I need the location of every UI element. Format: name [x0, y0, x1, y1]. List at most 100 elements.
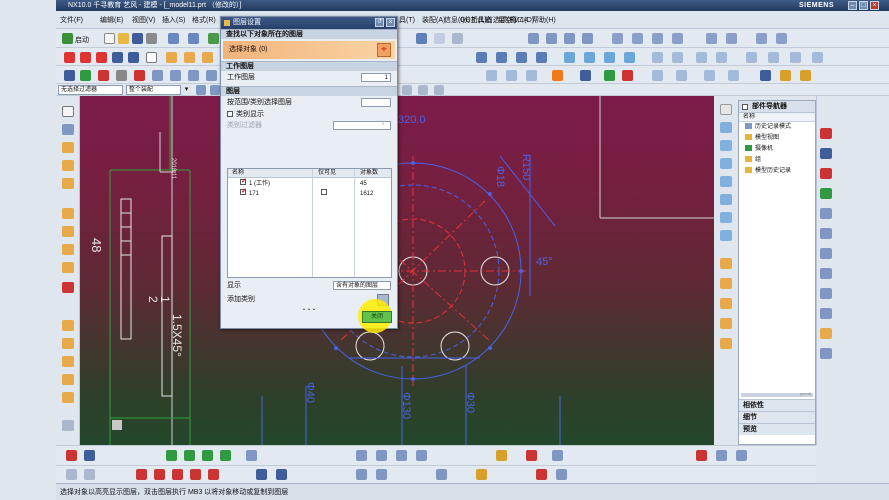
point-icon[interactable]: [112, 52, 123, 63]
roles-icon[interactable]: [820, 308, 832, 319]
extrude-icon[interactable]: [166, 52, 177, 63]
arc-icon[interactable]: [80, 52, 91, 63]
navigator-column-header[interactable]: 名称: [739, 113, 815, 122]
navigator-item-model-history[interactable]: 模型历史记录: [739, 166, 815, 177]
column-object-count[interactable]: 对象数: [360, 169, 378, 178]
chevron-down-icon[interactable]: ▾: [180, 85, 192, 95]
category-display-row[interactable]: 类别显示: [221, 109, 397, 120]
delete-face-icon[interactable]: [720, 318, 732, 329]
thicken-icon[interactable]: [768, 52, 779, 63]
nav-first-icon[interactable]: [166, 450, 177, 461]
nav-last-icon[interactable]: [220, 450, 231, 461]
constraint-navigator-icon[interactable]: [820, 148, 832, 159]
dimension-tool-icon[interactable]: [256, 469, 267, 480]
palette-icon[interactable]: [820, 328, 832, 339]
close-icon[interactable]: ×: [386, 18, 395, 27]
angle-icon[interactable]: [416, 450, 427, 461]
endpoint-snap-icon[interactable]: [402, 85, 412, 95]
eye-icon[interactable]: [716, 450, 727, 461]
align-icon[interactable]: [376, 450, 387, 461]
report-icon[interactable]: [676, 70, 687, 81]
visible-only-checkbox[interactable]: [321, 189, 327, 195]
gear-icon[interactable]: [728, 70, 739, 81]
menu-insert[interactable]: 插入(S): [162, 15, 185, 25]
system-materials-icon[interactable]: [820, 268, 832, 279]
assembly-navigator-icon[interactable]: [820, 128, 832, 139]
mirror-icon[interactable]: [672, 52, 683, 63]
unite-icon[interactable]: [496, 52, 507, 63]
replay-icon[interactable]: [506, 70, 517, 81]
display-icon[interactable]: [652, 33, 663, 44]
category-filter-dropdown[interactable]: *: [333, 121, 391, 130]
fit-view-icon[interactable]: [546, 33, 557, 44]
slot-icon[interactable]: [62, 392, 74, 403]
block-icon[interactable]: [62, 208, 74, 219]
more-tools-icon[interactable]: [62, 420, 74, 431]
select-objects-row[interactable]: 选择对象 (0) ⌖: [223, 41, 395, 59]
pin-icon[interactable]: [62, 282, 74, 293]
menu-edit[interactable]: 编辑(E): [100, 15, 123, 25]
nav-prev-icon[interactable]: [184, 450, 195, 461]
hole-icon[interactable]: [202, 52, 213, 63]
export-icon[interactable]: [80, 70, 91, 81]
center-snap-icon[interactable]: [434, 85, 444, 95]
nav-next-icon[interactable]: [202, 450, 213, 461]
tube-icon[interactable]: [62, 262, 74, 273]
boolean-icon[interactable]: [476, 52, 487, 63]
navigator-item-model-views[interactable]: 模型视图: [739, 133, 815, 144]
boss-icon[interactable]: [62, 320, 74, 331]
view-cube-icon[interactable]: [416, 33, 427, 44]
orient-view-icon[interactable]: [528, 33, 539, 44]
edit-feature-icon[interactable]: [486, 70, 497, 81]
spring-icon[interactable]: [800, 70, 811, 81]
part-navigator-icon[interactable]: [820, 168, 832, 179]
ruled-icon[interactable]: [720, 158, 732, 169]
bridge-icon[interactable]: [720, 212, 732, 223]
cut-view-icon[interactable]: [356, 450, 367, 461]
trim-icon[interactable]: [720, 258, 732, 269]
filter-icon[interactable]: [196, 85, 206, 95]
circle-icon[interactable]: [96, 52, 107, 63]
cut-icon[interactable]: [146, 33, 157, 44]
measure-icon[interactable]: [98, 70, 109, 81]
snap-grid-icon[interactable]: [246, 450, 257, 461]
navigator-section-dependencies[interactable]: 相依性: [739, 399, 815, 411]
restore-button[interactable]: □: [859, 1, 868, 10]
grid-icon[interactable]: [116, 70, 127, 81]
layer-visible-checkbox[interactable]: [240, 177, 247, 187]
subtract-icon[interactable]: [516, 52, 527, 63]
project-curve-icon[interactable]: [376, 469, 387, 480]
reuse-library-icon[interactable]: [820, 188, 832, 199]
sew-icon[interactable]: [790, 52, 801, 63]
zoom-icon[interactable]: [564, 33, 575, 44]
save-icon[interactable]: [132, 33, 143, 44]
navigator-section-details[interactable]: 细节: [739, 411, 815, 423]
layer-icon[interactable]: [152, 70, 163, 81]
minimize-button[interactable]: –: [848, 1, 857, 10]
offset-icon[interactable]: [746, 52, 757, 63]
wcs-icon[interactable]: [188, 70, 199, 81]
dialog-title-bar[interactable]: 图层设置 ↺ ×: [221, 17, 397, 29]
curve-icon[interactable]: [720, 104, 732, 115]
sweep-icon[interactable]: [720, 176, 732, 187]
cube-icon[interactable]: [526, 450, 537, 461]
move-object-icon[interactable]: [170, 70, 181, 81]
midpoint-snap-icon[interactable]: [418, 85, 428, 95]
pattern-icon[interactable]: [652, 52, 663, 63]
datum-icon[interactable]: [206, 70, 217, 81]
category-display-checkbox[interactable]: [227, 111, 233, 117]
hide-icon[interactable]: [672, 33, 683, 44]
part-icon[interactable]: [62, 106, 74, 117]
replace-face-icon[interactable]: [720, 338, 732, 349]
trim-body-icon[interactable]: [696, 52, 707, 63]
undo-icon[interactable]: [168, 33, 179, 44]
pattern-curve-icon[interactable]: [476, 469, 487, 480]
shell-icon[interactable]: [604, 52, 615, 63]
render-style-icon[interactable]: [756, 33, 767, 44]
draft-icon[interactable]: [624, 52, 635, 63]
revolve-icon[interactable]: [184, 52, 195, 63]
work-layer-input[interactable]: 1: [361, 73, 391, 82]
pocket-icon[interactable]: [62, 338, 74, 349]
sketch-icon[interactable]: [62, 124, 74, 135]
section-layers[interactable]: 图层: [221, 86, 397, 96]
